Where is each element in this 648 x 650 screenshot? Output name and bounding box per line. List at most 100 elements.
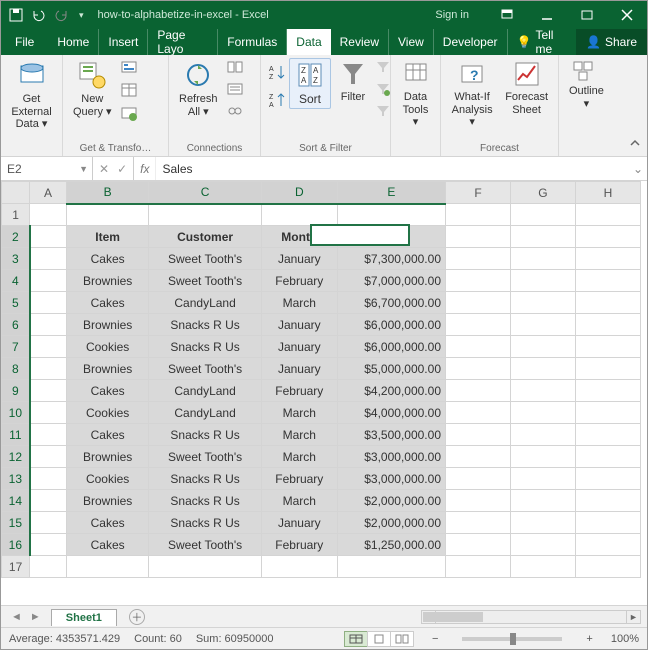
col-header-H[interactable]: H — [575, 182, 640, 204]
row-header-12[interactable]: 12 — [2, 446, 30, 468]
cell-B3[interactable]: Cakes — [66, 248, 148, 270]
normal-view-button[interactable] — [344, 631, 368, 647]
maximize-button[interactable] — [567, 1, 607, 29]
cell-E4[interactable]: $7,000,000.00 — [337, 270, 445, 292]
col-header-E[interactable]: E — [337, 182, 445, 204]
cell-B4[interactable]: Brownies — [66, 270, 148, 292]
cell-C10[interactable]: CandyLand — [149, 402, 262, 424]
row-header-3[interactable]: 3 — [2, 248, 30, 270]
cell-E11[interactable]: $3,500,000.00 — [337, 424, 445, 446]
cell-E7[interactable]: $6,000,000.00 — [337, 336, 445, 358]
qat-customize-icon[interactable]: ▾ — [79, 10, 84, 21]
cell-B11[interactable]: Cakes — [66, 424, 148, 446]
worksheet-grid[interactable]: ABCDEFGH12ItemCustomerMonthSales3CakesSw… — [1, 181, 647, 605]
col-header-C[interactable]: C — [149, 182, 262, 204]
cell-D10[interactable]: March — [261, 402, 337, 424]
cell-D12[interactable]: March — [261, 446, 337, 468]
cell-E8[interactable]: $5,000,000.00 — [337, 358, 445, 380]
col-header-D[interactable]: D — [261, 182, 337, 204]
zoom-in-button[interactable]: + — [582, 633, 596, 645]
tab-data[interactable]: Data — [287, 29, 330, 55]
forecast-sheet-button[interactable]: Forecast Sheet — [501, 58, 552, 118]
cell-D8[interactable]: January — [261, 358, 337, 380]
cell-E10[interactable]: $4,000,000.00 — [337, 402, 445, 424]
properties-icon[interactable] — [226, 82, 244, 100]
col-header-G[interactable]: G — [510, 182, 575, 204]
connections-icon[interactable] — [226, 60, 244, 78]
filter-button[interactable]: Filter — [335, 58, 371, 106]
cell-B16[interactable]: Cakes — [66, 534, 148, 556]
cell-B7[interactable]: Cookies — [66, 336, 148, 358]
row-header-16[interactable]: 16 — [2, 534, 30, 556]
formula-input[interactable]: Sales — [156, 157, 629, 180]
name-box[interactable]: E2▼ — [1, 157, 93, 180]
cell-D2[interactable]: Month — [261, 226, 337, 248]
tab-page-layout[interactable]: Page Layo — [148, 29, 218, 55]
row-header-10[interactable]: 10 — [2, 402, 30, 424]
collapse-ribbon-icon[interactable] — [629, 137, 641, 152]
get-external-data-button[interactable]: Get External Data ▾ — [7, 58, 56, 133]
tab-formulas[interactable]: Formulas — [218, 29, 287, 55]
sort-za-icon[interactable]: ZA — [267, 92, 285, 110]
cell-C14[interactable]: Snacks R Us — [149, 490, 262, 512]
col-header-B[interactable]: B — [66, 182, 148, 204]
sign-in-link[interactable]: Sign in — [435, 9, 469, 21]
cell-B9[interactable]: Cakes — [66, 380, 148, 402]
outline-button[interactable]: Outline ▾ — [565, 58, 608, 112]
select-all-corner[interactable] — [2, 182, 30, 204]
what-if-button[interactable]: ? What-If Analysis ▾ — [447, 58, 497, 131]
cell-C11[interactable]: Snacks R Us — [149, 424, 262, 446]
cell-D4[interactable]: February — [261, 270, 337, 292]
cell-D16[interactable]: February — [261, 534, 337, 556]
cell-C12[interactable]: Sweet Tooth's — [149, 446, 262, 468]
row-header-8[interactable]: 8 — [2, 358, 30, 380]
tab-home[interactable]: Home — [48, 29, 99, 55]
recent-sources-icon[interactable] — [120, 104, 138, 122]
cell-E9[interactable]: $4,200,000.00 — [337, 380, 445, 402]
cell-D13[interactable]: February — [261, 468, 337, 490]
cell-B5[interactable]: Cakes — [66, 292, 148, 314]
cell-D15[interactable]: January — [261, 512, 337, 534]
zoom-out-button[interactable]: − — [428, 633, 442, 645]
fx-icon[interactable]: fx — [134, 157, 156, 180]
new-query-button[interactable]: New Query ▾ — [69, 58, 116, 120]
row-header-2[interactable]: 2 — [2, 226, 30, 248]
cell-C8[interactable]: Sweet Tooth's — [149, 358, 262, 380]
redo-icon[interactable] — [55, 8, 71, 22]
data-tools-button[interactable]: Data Tools ▾ — [397, 58, 434, 131]
tab-file[interactable]: File — [1, 29, 48, 55]
cell-E3[interactable]: $7,300,000.00 — [337, 248, 445, 270]
sort-az-icon[interactable]: AZ — [267, 64, 285, 82]
cell-C4[interactable]: Sweet Tooth's — [149, 270, 262, 292]
cancel-formula-icon[interactable]: ✕ — [99, 162, 109, 176]
row-header-11[interactable]: 11 — [2, 424, 30, 446]
new-sheet-button[interactable]: ＋ — [129, 609, 145, 625]
ribbon-options-icon[interactable] — [487, 1, 527, 29]
refresh-all-button[interactable]: Refresh All ▾ — [175, 58, 222, 120]
cell-E12[interactable]: $3,000,000.00 — [337, 446, 445, 468]
row-header-7[interactable]: 7 — [2, 336, 30, 358]
page-layout-view-button[interactable] — [367, 631, 391, 647]
row-header-5[interactable]: 5 — [2, 292, 30, 314]
close-button[interactable] — [607, 1, 647, 29]
scroll-thumb[interactable] — [423, 612, 483, 622]
cell-C6[interactable]: Snacks R Us — [149, 314, 262, 336]
cell-B12[interactable]: Brownies — [66, 446, 148, 468]
tab-view[interactable]: View — [389, 29, 434, 55]
col-header-F[interactable]: F — [446, 182, 511, 204]
sheet-tab-sheet1[interactable]: Sheet1 — [51, 609, 117, 626]
cell-E13[interactable]: $3,000,000.00 — [337, 468, 445, 490]
sheet-nav-next-icon[interactable]: ► — [30, 611, 41, 623]
cell-B15[interactable]: Cakes — [66, 512, 148, 534]
row-header-15[interactable]: 15 — [2, 512, 30, 534]
tab-insert[interactable]: Insert — [99, 29, 148, 55]
edit-links-icon[interactable] — [226, 104, 244, 122]
enter-formula-icon[interactable]: ✓ — [117, 162, 127, 176]
share-button[interactable]: 👤Share — [576, 29, 647, 55]
undo-icon[interactable] — [31, 8, 47, 22]
row-header-6[interactable]: 6 — [2, 314, 30, 336]
row-header-13[interactable]: 13 — [2, 468, 30, 490]
cell-D6[interactable]: January — [261, 314, 337, 336]
cell-C13[interactable]: Snacks R Us — [149, 468, 262, 490]
cell-B8[interactable]: Brownies — [66, 358, 148, 380]
